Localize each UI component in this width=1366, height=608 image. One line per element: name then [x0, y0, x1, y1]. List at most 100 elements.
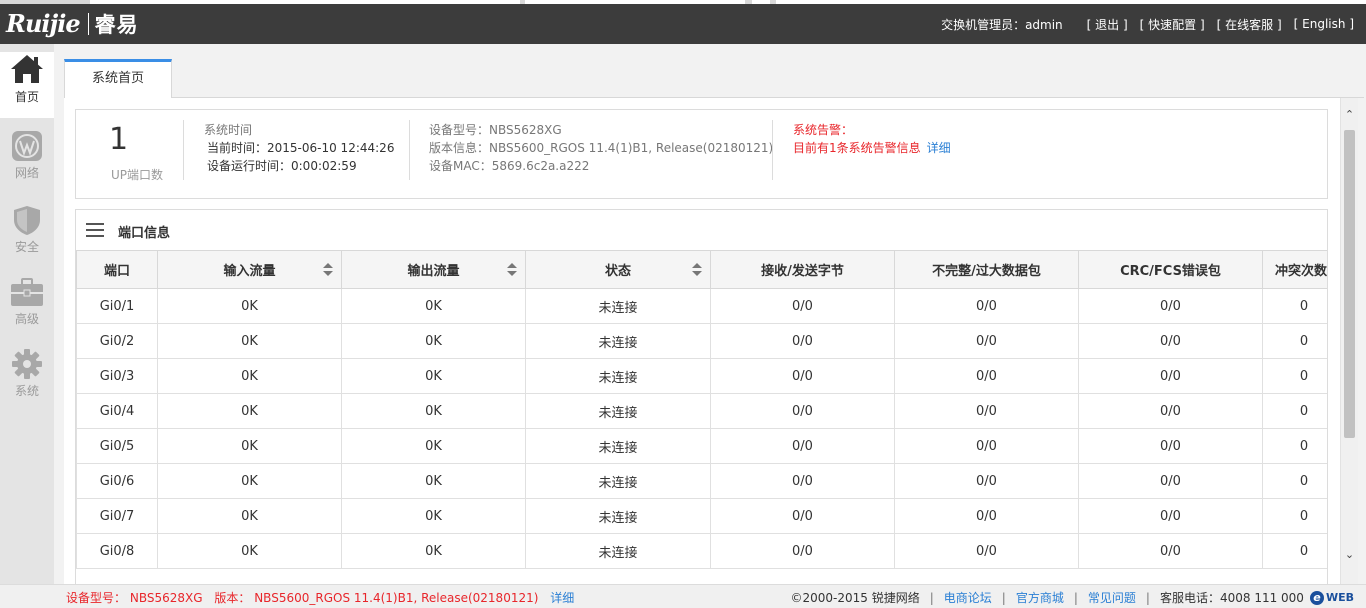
alarm-message: 目前有1条系统告警信息 [793, 141, 921, 155]
column-header-status[interactable]: 状态 [525, 250, 711, 289]
store-link[interactable]: 官方商城 [1016, 589, 1064, 606]
cell-crc-fcs: 0/0 [1078, 463, 1263, 499]
cell-output-traffic: 0K [341, 288, 526, 324]
cell-crc-fcs: 0/0 [1078, 533, 1263, 569]
cell-input-traffic: 0K [157, 358, 342, 394]
port-info-title: 端口信息 [118, 226, 171, 241]
cell-input-traffic: 0K [157, 323, 342, 359]
sidebar-item-label: 首页 [14, 90, 39, 104]
column-header-rx-tx-bytes: 接收/发送字节 [710, 250, 895, 289]
top-header: Ruijie Networks 睿易 交换机管理员：admin [ 退出 ] [… [0, 4, 1366, 54]
cell-input-traffic: 0K [157, 463, 342, 499]
footer-model-label: 设备型号： [66, 591, 127, 605]
alarm-detail-link[interactable]: 详细 [927, 141, 951, 155]
uptime: 设备运行时间：0:00:02:59 [207, 159, 357, 173]
cell-input-traffic: 0K [157, 393, 342, 429]
separator: | [1145, 590, 1150, 605]
scroll-down-arrow[interactable]: ⌄ [1341, 546, 1358, 564]
cell-status: 未连接 [525, 393, 711, 429]
sidebar-item-label: 高级 [14, 312, 39, 326]
briefcase-icon [11, 278, 43, 306]
cell-runt-giant: 0/0 [894, 358, 1079, 394]
forum-link[interactable]: 电商论坛 [944, 589, 992, 606]
cell-rx-tx-bytes: 0/0 [710, 288, 895, 324]
ruijie-logo[interactable]: Ruijie Networks 睿易 [6, 6, 139, 54]
wordpress-icon [12, 131, 42, 161]
table-row[interactable]: Gi0/6 0K 0K 未连接 0/0 0/0 0/0 0 [76, 463, 1327, 499]
cell-input-traffic: 0K [157, 533, 342, 569]
table-row[interactable]: Gi0/2 0K 0K 未连接 0/0 0/0 0/0 0 [76, 323, 1327, 359]
copyright: ©2000-2015 锐捷网络 [790, 591, 920, 605]
sidebar-item-security[interactable]: 安全 [0, 204, 54, 264]
cell-output-traffic: 0K [341, 428, 526, 464]
column-header-collisions: 冲突次数 [1262, 250, 1327, 289]
cell-crc-fcs: 0/0 [1078, 288, 1263, 324]
cell-collisions: 0 [1262, 358, 1327, 394]
scroll-up-arrow[interactable]: ⌃ [1341, 106, 1358, 124]
content-area: 系统首页 1 UP端口数 系统时间 当前时间：2015-06-10 12:44:… [54, 44, 1366, 584]
eweb-logo: e WEB [1309, 590, 1354, 605]
cell-runt-giant: 0/0 [894, 463, 1079, 499]
cell-port: Gi0/7 [76, 498, 158, 534]
current-time: 当前时间：2015-06-10 12:44:26 [207, 141, 395, 155]
model-label: 设备型号： [429, 123, 490, 137]
column-header-crc-fcs: CRC/FCS错误包 [1078, 250, 1263, 289]
cell-collisions: 0 [1262, 533, 1327, 569]
cell-collisions: 0 [1262, 498, 1327, 534]
sort-icon[interactable] [323, 263, 333, 277]
up-port-count: 1 [109, 122, 129, 157]
cell-rx-tx-bytes: 0/0 [710, 393, 895, 429]
column-header-output-traffic[interactable]: 输出流量 [341, 250, 526, 289]
sort-icon[interactable] [507, 263, 517, 277]
system-time-title: 系统时间 [204, 123, 253, 137]
separator: | [929, 590, 934, 605]
footer-version: NBS5600_RGOS 11.4(1)B1, Release(02180121… [254, 591, 539, 605]
cell-status: 未连接 [525, 463, 711, 499]
cell-rx-tx-bytes: 0/0 [710, 533, 895, 569]
cell-runt-giant: 0/0 [894, 533, 1079, 569]
separator: | [1001, 590, 1006, 605]
cell-status: 未连接 [525, 323, 711, 359]
cell-status: 未连接 [525, 358, 711, 394]
cell-rx-tx-bytes: 0/0 [710, 358, 895, 394]
mac-label: 设备MAC： [429, 159, 492, 173]
sidebar-item-advanced[interactable]: 高级 [0, 276, 54, 336]
tab-system-home[interactable]: 系统首页 [64, 59, 172, 98]
sidebar-item-home[interactable]: 首页 [0, 52, 54, 118]
cell-status: 未连接 [525, 428, 711, 464]
language-english-link[interactable]: [ English ] [1294, 17, 1354, 31]
separator: | [1073, 590, 1078, 605]
faq-link[interactable]: 常见问题 [1088, 589, 1136, 606]
system-alarm-block: 系统告警： 目前有1条系统告警信息 详细 [793, 121, 951, 157]
table-row[interactable]: Gi0/5 0K 0K 未连接 0/0 0/0 0/0 0 [76, 428, 1327, 464]
table-row[interactable]: Gi0/4 0K 0K 未连接 0/0 0/0 0/0 0 [76, 393, 1327, 429]
sidebar-item-network[interactable]: 网络 [0, 130, 54, 190]
footer-version-label: 版本： [214, 591, 251, 605]
cell-output-traffic: 0K [341, 358, 526, 394]
cell-input-traffic: 0K [157, 288, 342, 324]
table-row[interactable]: Gi0/1 0K 0K 未连接 0/0 0/0 0/0 0 [76, 288, 1327, 324]
device-version: NBS5600_RGOS 11.4(1)B1, Release(02180121… [489, 141, 774, 155]
quick-config-link[interactable]: [ 快速配置 ] [1140, 16, 1205, 33]
cell-collisions: 0 [1262, 323, 1327, 359]
online-support-link[interactable]: [ 在线客服 ] [1217, 16, 1282, 33]
cell-port: Gi0/6 [76, 463, 158, 499]
footer-detail-link[interactable]: 详细 [550, 591, 574, 605]
port-info-header: 端口信息 [76, 210, 1327, 250]
divider [183, 120, 184, 180]
table-row[interactable]: Gi0/3 0K 0K 未连接 0/0 0/0 0/0 0 [76, 358, 1327, 394]
table-row[interactable]: Gi0/7 0K 0K 未连接 0/0 0/0 0/0 0 [76, 498, 1327, 534]
vertical-scrollbar[interactable]: ⌃ ⌄ [1340, 98, 1358, 584]
column-header-input-traffic[interactable]: 输入流量 [157, 250, 342, 289]
logout-link[interactable]: [ 退出 ] [1087, 16, 1128, 33]
sidebar-item-system[interactable]: 系统 [0, 348, 54, 408]
scroll-thumb[interactable] [1344, 130, 1355, 438]
cell-output-traffic: 0K [341, 533, 526, 569]
admin-label: 交换机管理员：admin [941, 17, 1063, 32]
table-row[interactable]: Gi0/8 0K 0K 未连接 0/0 0/0 0/0 0 [76, 533, 1327, 569]
logo-chinese-name: 睿易 [94, 13, 139, 37]
system-info-card: 1 UP端口数 系统时间 当前时间：2015-06-10 12:44:26 设备… [75, 109, 1328, 199]
menu-icon[interactable] [86, 223, 104, 237]
sort-icon[interactable] [692, 263, 702, 277]
system-time-block: 系统时间 当前时间：2015-06-10 12:44:26 设备运行时间：0:0… [204, 121, 394, 175]
